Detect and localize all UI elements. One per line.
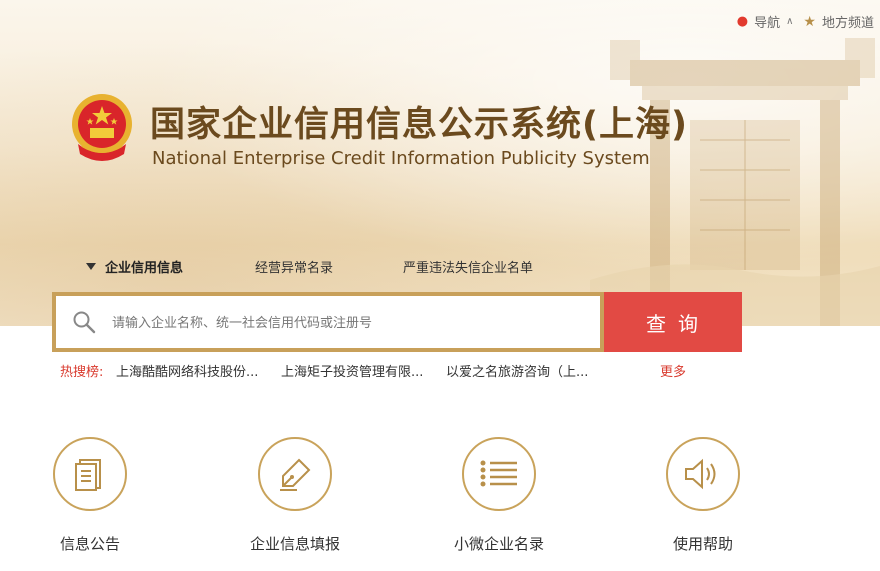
triangle-down-icon: [86, 263, 96, 270]
service-info-announcement[interactable]: 信息公告: [20, 437, 160, 554]
search-inner: [56, 296, 600, 348]
service-label: 使用帮助: [672, 535, 733, 553]
service-icon-circle: [666, 437, 740, 511]
speaker-icon: [685, 458, 716, 490]
nav-link[interactable]: 导航: [754, 12, 780, 31]
service-enterprise-report[interactable]: 企业信息填报: [225, 437, 365, 554]
service-icon-circle: [462, 437, 536, 511]
service-icon-circle: [258, 437, 332, 511]
monument-illustration: [590, 38, 880, 326]
search-icon: [73, 311, 96, 334]
hot-search-item[interactable]: 上海矩子投资管理有限...: [281, 361, 423, 380]
location-pin-icon: ●: [736, 14, 749, 29]
search-box: [52, 292, 612, 352]
hot-search-item[interactable]: 上海酷酷网络科技股份...: [116, 361, 258, 380]
service-label: 企业信息填报: [249, 535, 340, 553]
site-title-en: National Enterprise Credit Information P…: [152, 148, 650, 169]
tab-label: 经营异常名录: [255, 261, 334, 276]
list-icon: [480, 460, 517, 487]
service-help[interactable]: 使用帮助: [633, 437, 773, 554]
query-button[interactable]: 查询: [604, 292, 742, 352]
pen-icon: [280, 458, 311, 491]
more-link[interactable]: 更多: [660, 361, 686, 380]
document-icon: [75, 459, 101, 491]
top-navigation: ● 导航 ∧ ★ 地方频道: [736, 12, 874, 32]
tab-abnormal-operation[interactable]: 经营异常名录: [255, 257, 333, 276]
tab-credit-info[interactable]: 企业信用信息: [86, 257, 183, 276]
service-label: 小微企业名录: [453, 535, 544, 553]
hot-search-label: 热搜榜:: [60, 365, 104, 380]
site-title-cn: 国家企业信用信息公示系统(上海): [150, 105, 688, 145]
service-label: 信息公告: [59, 535, 120, 553]
nav-caret-icon[interactable]: ∧: [786, 16, 793, 27]
search-input[interactable]: [110, 304, 584, 342]
hot-search-item[interactable]: 以爱之名旅游咨询（上...: [446, 361, 588, 380]
local-channel-link[interactable]: 地方频道: [822, 12, 874, 31]
national-emblem-logo[interactable]: [68, 92, 136, 164]
hero-banner: ● 导航 ∧ ★ 地方频道 国家企业信用信息公示系统(上海) National …: [0, 0, 880, 326]
tab-label: 严重违法失信企业名单: [403, 261, 534, 276]
tab-serious-violation[interactable]: 严重违法失信企业名单: [403, 257, 533, 276]
star-icon: ★: [803, 13, 816, 30]
service-icon-circle: [53, 437, 127, 511]
tab-label: 企业信用信息: [105, 261, 184, 276]
service-small-micro-list[interactable]: 小微企业名录: [429, 437, 569, 554]
